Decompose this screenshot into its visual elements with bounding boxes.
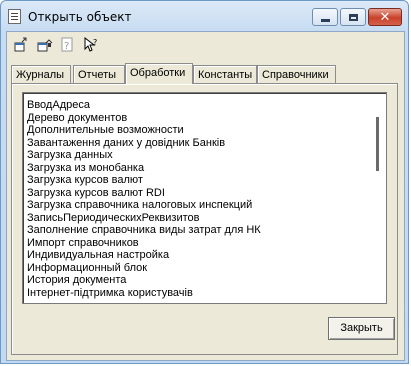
dialog-body: ? ? Журналы Отчеты Обработки Константы С…: [6, 31, 405, 361]
svg-text:?: ?: [93, 38, 97, 47]
list-item[interactable]: Импорт справочников: [27, 237, 372, 250]
tab-reports[interactable]: Отчеты: [73, 65, 125, 83]
help-button[interactable]: ?: [59, 36, 77, 54]
help-icon: ?: [61, 37, 73, 52]
list-scrollbar[interactable]: [372, 95, 384, 301]
list-item[interactable]: Завантаження даних у довідник Банків: [27, 137, 372, 150]
title-bar[interactable]: Открыть объект ✕: [1, 1, 408, 31]
close-icon: ✕: [379, 9, 391, 25]
tab-journals[interactable]: Журналы: [11, 65, 71, 83]
whats-this-button[interactable]: ?: [82, 36, 100, 54]
svg-text:?: ?: [64, 41, 69, 52]
tab-processing[interactable]: Обработки: [125, 63, 193, 84]
list-item[interactable]: История документа: [27, 274, 372, 287]
maximize-button[interactable]: [340, 8, 366, 26]
list-item[interactable]: Дерево документов: [27, 112, 372, 125]
open-in-new-window-button[interactable]: [13, 36, 31, 54]
whats-this-icon: ?: [84, 37, 97, 52]
open-in-new-window-icon: [14, 37, 27, 52]
list-item[interactable]: Информационный блок: [27, 262, 372, 275]
toolbar: ? ?: [13, 36, 100, 56]
open-folder-icon: [37, 39, 53, 52]
list-items: ВводАдреса Дерево документов Дополнитель…: [27, 99, 372, 299]
close-window-button[interactable]: ✕: [368, 8, 402, 26]
scrollbar-thumb[interactable]: [376, 117, 379, 171]
processing-list[interactable]: ВводАдреса Дерево документов Дополнитель…: [22, 92, 387, 304]
tab-constants[interactable]: Константы: [193, 65, 257, 83]
open-folder-button[interactable]: [36, 36, 54, 54]
window-app-icon: [8, 9, 21, 24]
tab-catalogs[interactable]: Справочники: [257, 65, 336, 83]
tab-panel-processing: ВводАдреса Дерево документов Дополнитель…: [11, 83, 398, 355]
list-item[interactable]: Інтернет-підтримка користувачів: [27, 287, 372, 300]
list-item[interactable]: Загрузка данных: [27, 149, 372, 162]
list-item[interactable]: ВводАдреса: [27, 99, 372, 112]
minimize-button[interactable]: [312, 8, 338, 26]
list-item[interactable]: ЗаписьПериодическихРеквизитов: [27, 212, 372, 225]
list-item[interactable]: Индивидуальная настройка: [27, 249, 372, 262]
list-item[interactable]: Заполнение справочника виды затрат для Н…: [27, 224, 372, 237]
list-item[interactable]: Загрузка справочника налоговых инспекций: [27, 199, 372, 212]
window-title: Открыть объект: [28, 10, 132, 24]
dialog-window: Открыть объект ✕ ? ? Журналы Отчеты Обра…: [0, 0, 409, 364]
maximize-icon: [348, 13, 358, 21]
list-item[interactable]: Загрузка курсов валют RDI: [27, 187, 372, 200]
close-button[interactable]: Закрыть: [328, 317, 395, 340]
minimize-icon: [320, 19, 330, 22]
list-item[interactable]: Загрузка из монобанка: [27, 162, 372, 175]
list-item[interactable]: Загрузка курсов валют: [27, 174, 372, 187]
list-item[interactable]: Дополнительные возможности: [27, 124, 372, 137]
